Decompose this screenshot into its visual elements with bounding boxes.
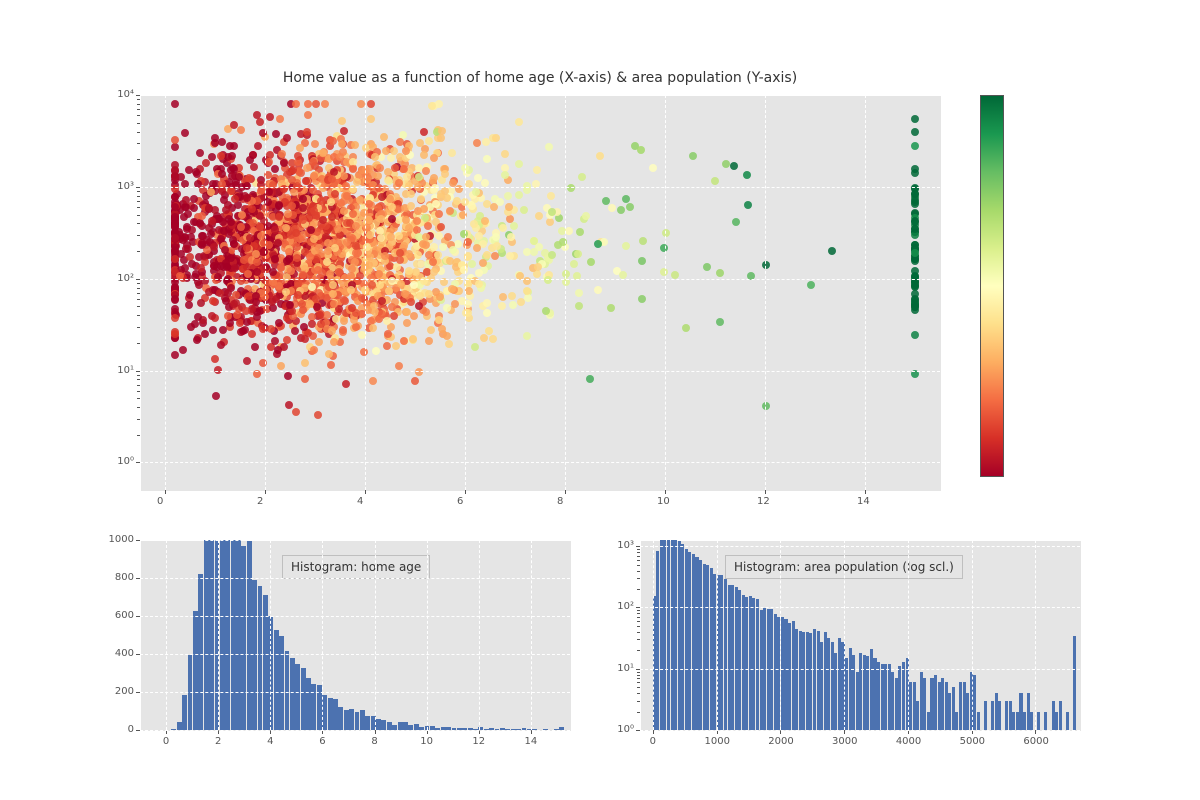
scatter-points	[140, 95, 940, 490]
hist-age-title: Histogram: home age	[282, 555, 430, 579]
colorbar-gradient	[980, 95, 1004, 477]
chart-title: Home value as a function of home age (X-…	[140, 70, 940, 86]
